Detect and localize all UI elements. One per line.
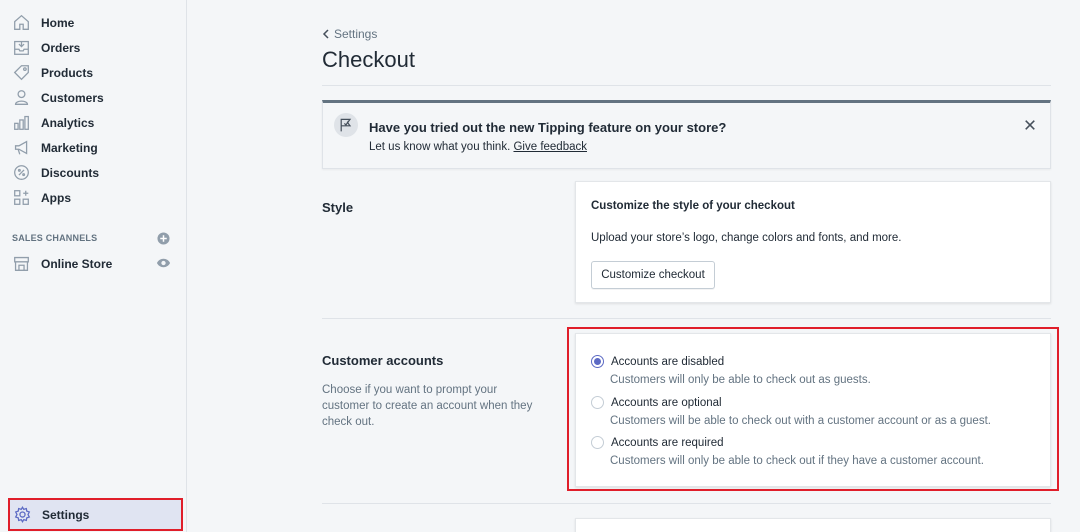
sidebar-item-label: Products xyxy=(41,65,94,80)
style-card: Customize the style of your checkout Upl… xyxy=(575,181,1051,303)
sidebar-item-label: Home xyxy=(41,15,75,30)
sidebar-item-customers[interactable]: Customers xyxy=(0,85,186,110)
sidebar-item-label: Settings xyxy=(42,507,90,522)
sidebar-item-label: Orders xyxy=(41,40,81,55)
customer-accounts-label: Customer accounts xyxy=(322,353,444,368)
sidebar-item-label: Analytics xyxy=(41,115,95,130)
sidebar-item-label: Marketing xyxy=(41,140,98,155)
next-card xyxy=(575,518,1051,532)
person-icon xyxy=(12,89,30,107)
store-icon xyxy=(12,255,30,273)
card-title: Customize the style of your checkout xyxy=(591,200,795,212)
discount-icon xyxy=(12,164,30,182)
main-content: Settings Checkout Have you tried out the… xyxy=(188,0,1080,532)
divider xyxy=(322,85,1051,86)
add-circle-icon[interactable] xyxy=(157,232,170,245)
orders-icon xyxy=(12,39,30,57)
gear-icon xyxy=(13,506,31,524)
banner-message: Let us know what you think. xyxy=(369,141,511,153)
card-text: Upload your store’s logo, change colors … xyxy=(591,232,902,244)
megaphone-icon xyxy=(12,139,30,157)
info-banner: Have you tried out the new Tipping featu… xyxy=(322,100,1051,169)
sidebar: Home Orders Products Customers Analytics… xyxy=(0,0,187,532)
style-section-label: Style xyxy=(322,200,354,215)
page-title: Checkout xyxy=(322,47,415,72)
sidebar-item-products[interactable]: Products xyxy=(0,60,186,85)
sidebar-item-label: Discounts xyxy=(41,165,100,180)
sidebar-item-analytics[interactable]: Analytics xyxy=(0,110,186,135)
bar-chart-icon xyxy=(12,114,30,132)
sidebar-item-home[interactable]: Home xyxy=(0,10,186,35)
divider xyxy=(322,318,1051,319)
sidebar-item-discounts[interactable]: Discounts xyxy=(0,160,186,185)
sidebar-item-label: Apps xyxy=(41,190,71,205)
apps-icon xyxy=(12,189,30,207)
tag-icon xyxy=(12,64,30,82)
home-icon xyxy=(12,14,30,32)
sidebar-item-label: Customers xyxy=(41,90,104,105)
give-feedback-link[interactable]: Give feedback xyxy=(513,141,587,153)
breadcrumb[interactable]: Settings xyxy=(322,27,377,41)
sidebar-item-marketing[interactable]: Marketing xyxy=(0,135,186,160)
divider xyxy=(322,503,1051,504)
sidebar-item-label: Online Store xyxy=(41,256,113,271)
customize-checkout-button[interactable]: Customize checkout xyxy=(591,261,715,289)
banner-title: Have you tried out the new Tipping featu… xyxy=(369,120,727,135)
sidebar-item-orders[interactable]: Orders xyxy=(0,35,186,60)
sidebar-item-settings[interactable]: Settings xyxy=(8,498,183,531)
highlight-box xyxy=(567,327,1059,491)
chevron-left-icon xyxy=(322,29,329,39)
breadcrumb-label: Settings xyxy=(334,27,378,41)
sales-channels-heading: SALES CHANNELS xyxy=(12,233,98,243)
eye-icon[interactable] xyxy=(156,257,171,269)
close-icon[interactable] xyxy=(1024,119,1038,133)
customer-accounts-description: Choose if you want to prompt your custom… xyxy=(322,384,533,428)
banner-text: Let us know what you think. Give feedbac… xyxy=(369,141,587,153)
sidebar-item-apps[interactable]: Apps xyxy=(0,185,186,210)
flag-icon xyxy=(334,113,358,137)
